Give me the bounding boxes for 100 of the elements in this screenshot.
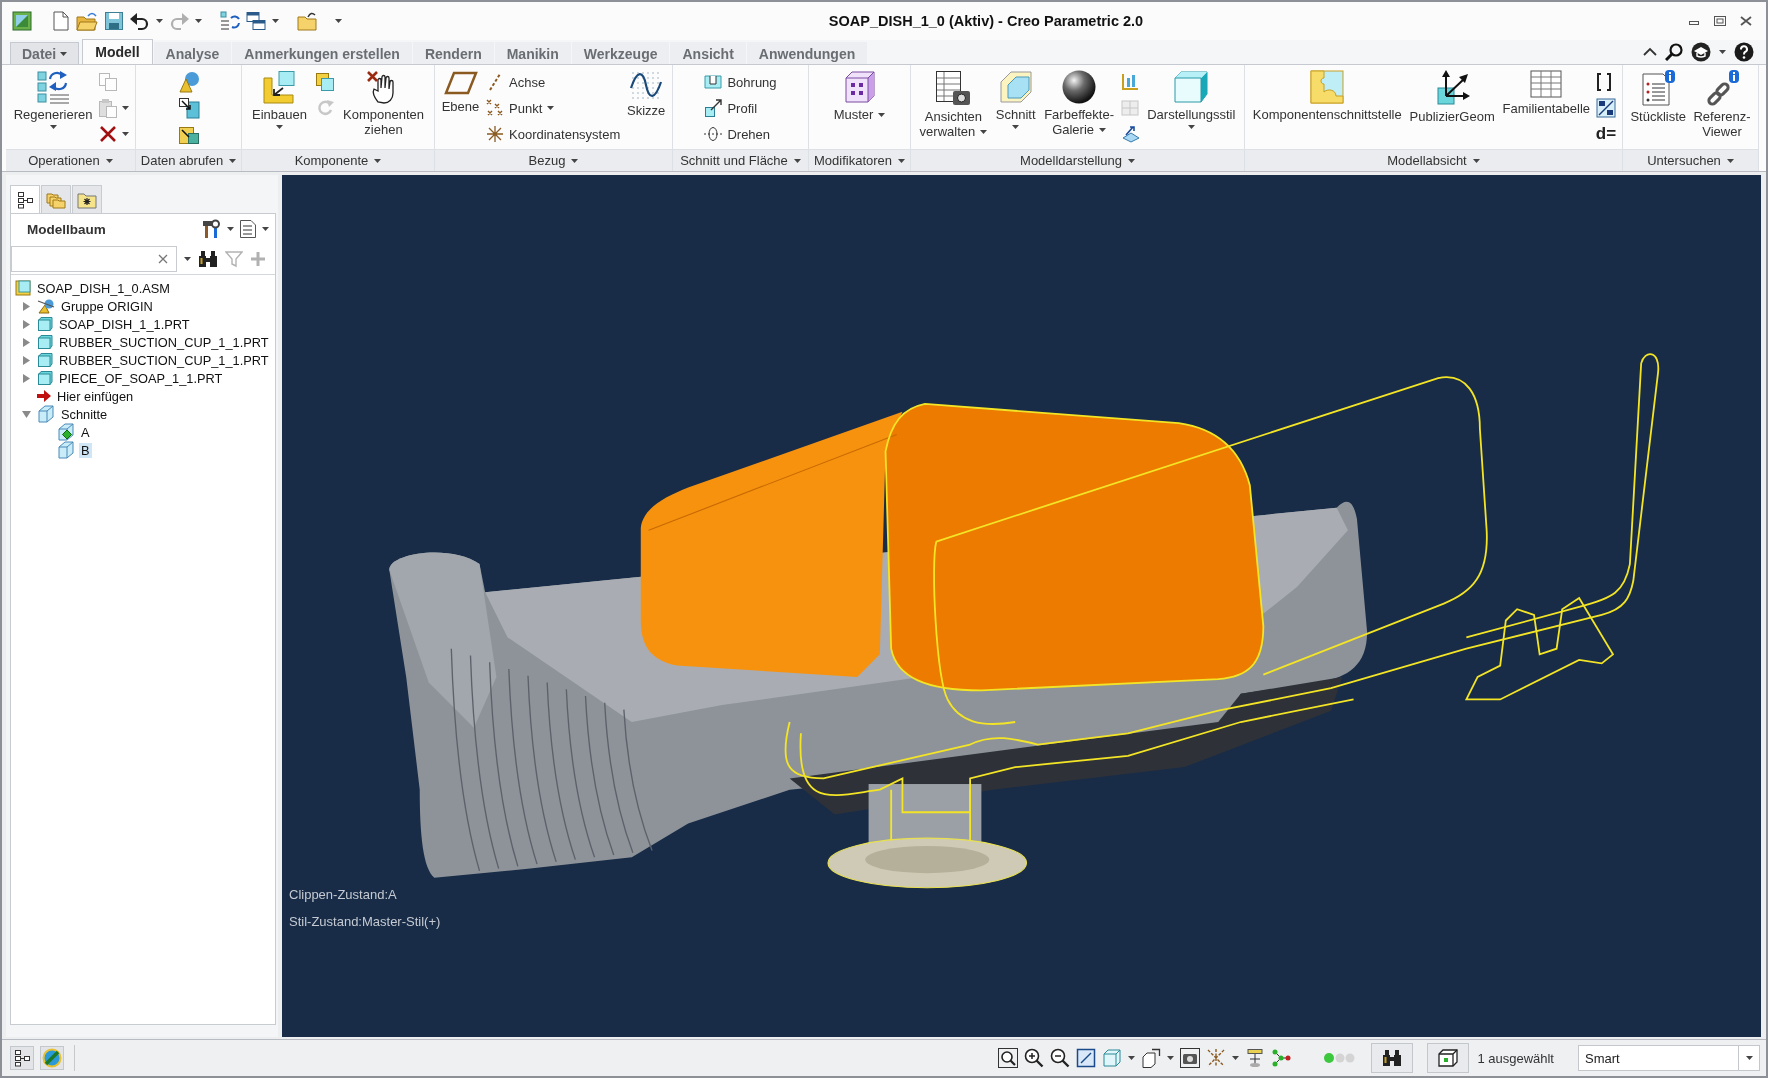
caret-right-icon[interactable] <box>22 337 30 347</box>
group-label[interactable]: Modellabsicht <box>1245 149 1622 171</box>
caret-right-icon[interactable] <box>22 301 30 311</box>
group-label[interactable]: Bezug <box>435 149 672 171</box>
ribbon-button[interactable]: Farbeffekte- Galerie <box>1042 69 1117 138</box>
ribbon-tab[interactable]: Ansicht <box>670 42 746 64</box>
saved-views-icon[interactable] <box>1141 1048 1162 1068</box>
ribbon-button[interactable]: Achse <box>484 71 623 93</box>
group-label[interactable]: Schnitt und Fläche <box>673 149 808 171</box>
ribbon-tab[interactable]: Manikin <box>494 42 571 64</box>
caret-icon[interactable] <box>1719 50 1726 54</box>
group-label[interactable]: Daten abrufen <box>136 149 241 171</box>
menu-tab[interactable]: Datei <box>10 42 80 64</box>
ribbon-button[interactable]: Skizze <box>625 69 668 119</box>
ribbon-button[interactable]: Darstellungsstil <box>1145 69 1238 130</box>
new-file-icon[interactable] <box>50 11 70 31</box>
display-tool-icon[interactable] <box>1120 125 1141 143</box>
undo-icon[interactable] <box>130 11 150 31</box>
component-icon[interactable] <box>315 72 335 92</box>
tree-item[interactable]: RUBBER_SUCTION_CUP_1_1.PRT <box>57 352 271 368</box>
navigator-tab[interactable] <box>10 185 40 213</box>
chevron-up-icon[interactable] <box>1643 47 1657 57</box>
ribbon-button[interactable]: Muster <box>831 69 888 123</box>
delete-icon[interactable] <box>98 124 119 144</box>
list-refresh-icon[interactable] <box>220 11 240 31</box>
binoculars-icon[interactable] <box>198 250 218 268</box>
ribbon-button[interactable]: Punkt <box>484 97 623 119</box>
caret-right-icon[interactable] <box>22 355 30 365</box>
ribbon-tab[interactable]: Anwendungen <box>746 42 868 64</box>
ribbon-button[interactable]: Referenz- Viewer <box>1691 69 1753 140</box>
caret-right-icon[interactable] <box>22 373 30 383</box>
search-icon[interactable] <box>1665 43 1683 61</box>
save-icon[interactable] <box>104 11 124 31</box>
ribbon-button[interactable]: Drehen <box>702 123 779 145</box>
group-label[interactable]: Modelldarstellung <box>911 149 1244 171</box>
caret-icon[interactable] <box>1232 1056 1240 1060</box>
maximize-icon[interactable] <box>1714 16 1726 26</box>
tree-item[interactable]: Schnitte <box>59 406 110 422</box>
ribbon-tab[interactable]: Anmerkungen erstellen <box>232 42 412 64</box>
ribbon-button[interactable]: Komponentenschnittstelle <box>1250 69 1404 123</box>
clear-icon[interactable] <box>158 254 168 264</box>
ribbon-button[interactable]: PublizierGeom <box>1407 69 1497 125</box>
tree-item[interactable]: PIECE_OF_SOAP_1_1.PRT <box>57 370 225 386</box>
ribbon-button[interactable]: Schnitt <box>993 69 1038 130</box>
caret-icon[interactable] <box>156 19 163 23</box>
ribbon-button[interactable]: Stückliste <box>1628 69 1689 125</box>
search-field[interactable] <box>11 246 177 272</box>
ribbon-button[interactable]: Ansichten verwalten <box>917 69 990 140</box>
caret-icon[interactable] <box>335 19 342 23</box>
caret-icon[interactable] <box>262 227 269 231</box>
tree-toggle-button[interactable] <box>10 1046 34 1070</box>
open-folder-icon[interactable] <box>76 11 98 31</box>
caret-icon[interactable] <box>272 19 279 23</box>
zoom-in-icon[interactable] <box>1024 1048 1045 1068</box>
close-icon[interactable] <box>1740 16 1752 26</box>
ribbon-tab[interactable]: Werkzeuge <box>571 42 670 64</box>
repaint-icon[interactable] <box>1076 1048 1097 1068</box>
find-button[interactable] <box>1371 1043 1414 1073</box>
caret-right-icon[interactable] <box>22 319 30 329</box>
tools-icon[interactable] <box>202 219 222 239</box>
zoom-out-icon[interactable] <box>1050 1048 1071 1068</box>
relations-button[interactable]: d= <box>1595 124 1617 144</box>
group-label[interactable]: Modifikatoren <box>809 149 910 171</box>
ribbon-button[interactable]: Ebene <box>439 69 482 115</box>
spin-center-icon[interactable] <box>1245 1048 1266 1068</box>
ribbon-button[interactable]: Einbauen <box>250 69 309 130</box>
view-cube-icon[interactable] <box>1102 1048 1123 1068</box>
tree-item[interactable]: Gruppe ORIGIN <box>59 298 155 314</box>
ribbon-button[interactable]: Regenerieren <box>11 69 95 130</box>
tree-item[interactable]: A <box>79 424 92 440</box>
bar-chart-icon[interactable] <box>1120 73 1139 91</box>
tree-item[interactable]: SOAP_DISH_1_1.PRT <box>57 316 192 332</box>
list-settings-icon[interactable] <box>239 219 257 239</box>
group-label[interactable]: Untersuchen <box>1623 149 1758 171</box>
fraction-table-icon[interactable] <box>1595 98 1616 118</box>
ribbon-button[interactable]: Komponenten ziehen <box>341 69 426 138</box>
brackets-icon[interactable] <box>1595 73 1612 91</box>
tree-item[interactable]: Hier einfügen <box>55 388 136 404</box>
caret-down-icon[interactable] <box>21 410 31 418</box>
group-label[interactable]: Operationen <box>6 149 135 171</box>
node-graph-icon[interactable] <box>1271 1048 1292 1068</box>
caret-icon[interactable] <box>1167 1056 1175 1060</box>
ribbon-button[interactable]: Koordinatensystem <box>484 123 623 145</box>
ribbon-button[interactable]: Familientabelle <box>1500 69 1592 117</box>
ribbon-tab[interactable]: Analyse <box>153 42 232 64</box>
camera-icon[interactable] <box>1180 1048 1201 1068</box>
datum-display-icon[interactable] <box>1206 1048 1227 1068</box>
tree-item[interactable]: B <box>79 442 92 458</box>
graduation-cap-icon[interactable] <box>1691 42 1711 62</box>
tree-item[interactable]: RUBBER_SUCTION_CUP_1_1.PRT <box>57 334 271 350</box>
group-label[interactable]: Komponente <box>242 149 434 171</box>
navigator-tab[interactable] <box>72 185 102 213</box>
selection-button[interactable] <box>1427 1043 1470 1073</box>
caret-icon[interactable] <box>122 132 130 136</box>
caret-icon[interactable] <box>227 227 234 231</box>
ribbon-button[interactable]: Profil <box>702 97 779 119</box>
box-arrow-icon[interactable] <box>177 97 200 119</box>
help-icon[interactable] <box>1734 42 1754 62</box>
caret-icon[interactable] <box>1128 1056 1136 1060</box>
tree-item[interactable]: SOAP_DISH_1_0.ASM <box>35 280 172 296</box>
